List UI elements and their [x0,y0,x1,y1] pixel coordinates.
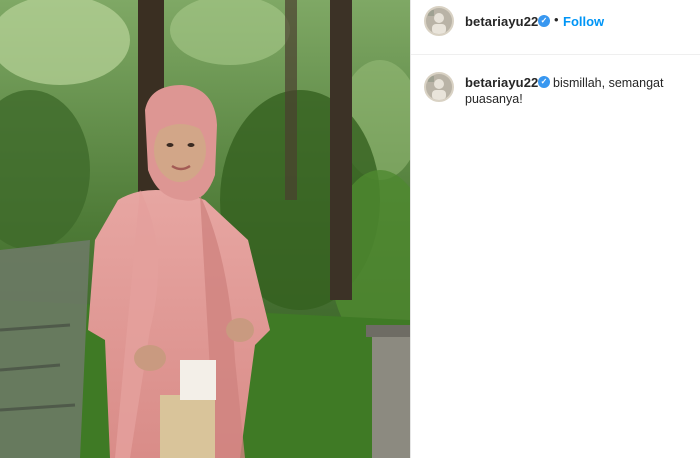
username[interactable]: betariayu22 [465,14,538,29]
caption-username[interactable]: betariayu22 [465,75,538,90]
verified-badge-icon: ✓ [538,76,550,88]
post-side-panel: betariayu22 ✓ • Follow betariayu22 ✓ bis… [410,0,700,458]
caption-avatar[interactable] [424,72,454,102]
caption-text: bismillah, semangat [553,76,664,90]
post-header: betariayu22 ✓ • Follow [411,0,700,55]
avatar[interactable] [424,6,454,36]
follow-button[interactable]: Follow [563,14,604,29]
caption-text-continued: puasanya! [465,92,523,106]
separator-dot: • [554,12,559,27]
verified-badge-icon: ✓ [538,15,550,27]
post-photo[interactable] [0,0,410,458]
